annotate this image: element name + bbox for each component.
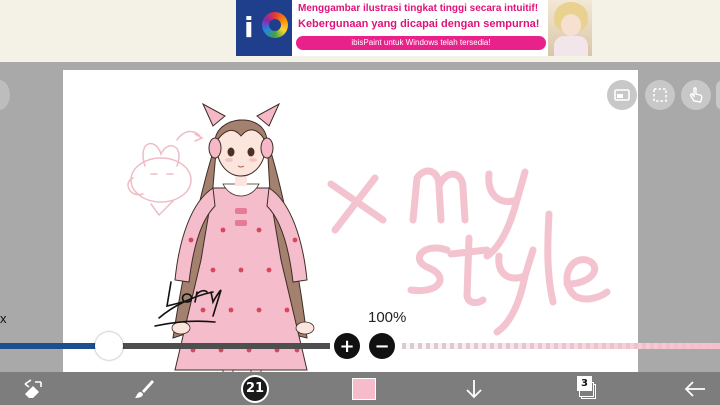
right-panel-handle[interactable] (716, 80, 720, 110)
decrease-size-button[interactable]: − (369, 333, 395, 359)
color-button[interactable] (350, 372, 378, 405)
brush-icon (135, 379, 154, 398)
current-color-swatch (352, 377, 376, 400)
arrow-left-icon (684, 380, 705, 397)
toggle-view-button[interactable] (607, 80, 637, 110)
arrow-down-icon (466, 379, 482, 398)
ad-illustration-face (561, 14, 581, 36)
bottom-toolbar: 21 3 (0, 372, 720, 405)
increase-size-button[interactable]: + (334, 333, 360, 359)
ad-illustration (548, 0, 592, 56)
brush-size-button[interactable]: 21 (240, 372, 270, 405)
ibispaint-logo: i (236, 0, 292, 56)
ad-illustration-body (554, 36, 588, 56)
ad-subheadline: Kebergunaan yang dicapai dengan sempurna… (298, 18, 540, 30)
zoom-level-label: 100% (368, 309, 407, 326)
layers-button[interactable]: 3 (572, 372, 600, 405)
brush-size-slider-fill (0, 343, 109, 349)
selection-button[interactable] (645, 80, 675, 110)
touch-icon (690, 87, 703, 103)
left-panel-handle[interactable] (0, 80, 10, 110)
logo-letter: i (244, 11, 254, 44)
girl-illustration (171, 102, 315, 396)
back-button[interactable] (680, 372, 710, 405)
logo-color-ring-icon (262, 12, 288, 38)
slider-caption: x (0, 311, 7, 326)
transform-eraser-icon (24, 378, 42, 398)
transform-tool-button[interactable] (16, 372, 50, 405)
ad-cta-button[interactable]: ibisPaint untuk Windows telah tersedia! (296, 36, 546, 50)
toggle-view-icon (614, 89, 630, 101)
ad-headline: Menggambar ilustrasi tingkat tinggi seca… (298, 3, 539, 14)
download-button[interactable] (458, 372, 490, 405)
layers-count: 3 (577, 375, 592, 391)
touch-button[interactable] (681, 80, 711, 110)
ad-bar: i Menggambar ilustrasi tingkat tinggi se… (0, 0, 720, 62)
selection-icon (653, 88, 667, 102)
bunny-sketch (127, 130, 204, 217)
brush-size-indicator: 21 (241, 374, 269, 403)
layers-icon: 3 (575, 375, 597, 400)
opacity-slider-track[interactable] (402, 343, 720, 349)
ad-banner[interactable]: i Menggambar ilustrasi tingkat tinggi se… (236, 0, 592, 56)
brush-tool-button[interactable] (128, 372, 160, 405)
handwritten-text-x-my-style (327, 167, 611, 336)
brush-size-slider-knob[interactable] (95, 332, 123, 360)
